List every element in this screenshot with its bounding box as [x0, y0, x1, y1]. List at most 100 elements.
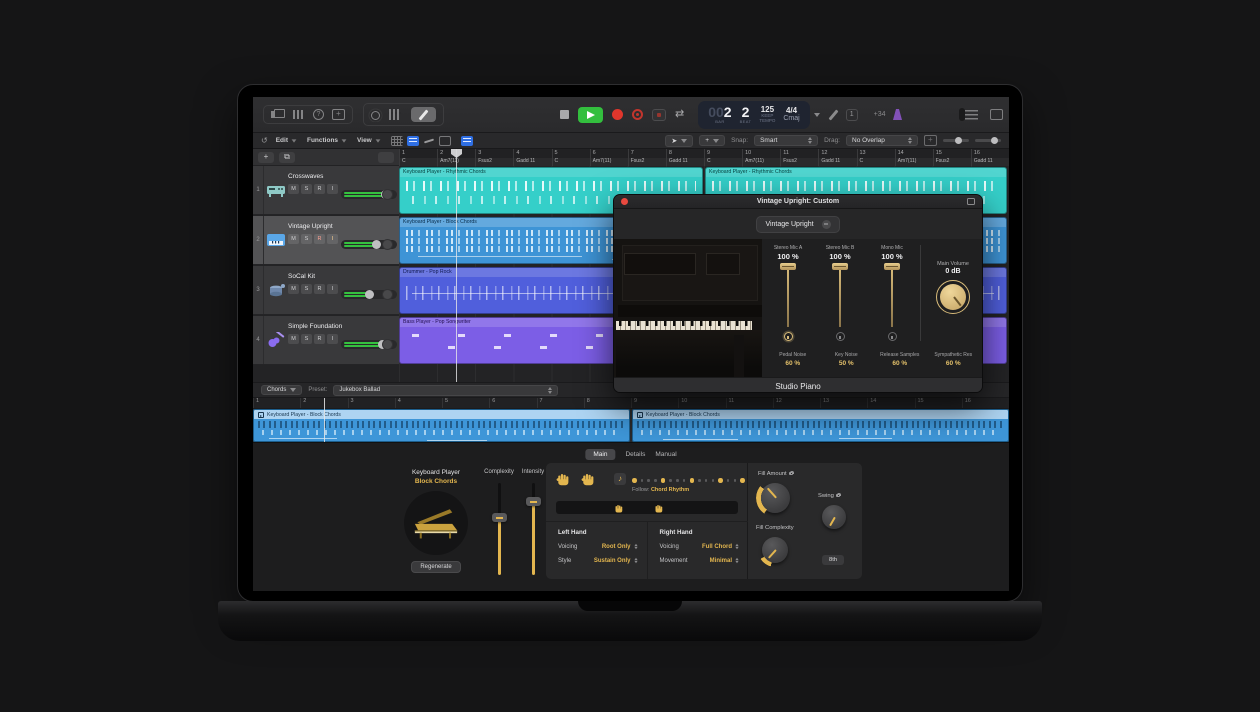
autopunch-button[interactable]	[652, 109, 666, 121]
solo-button[interactable]: S	[301, 184, 312, 194]
bar-ruler[interactable]: 12345678910111213141516 CAm7(11)Fsus2Gad…	[399, 149, 1009, 166]
menu-view[interactable]: View	[357, 137, 381, 144]
quick-help-icon[interactable]: ?	[313, 109, 324, 120]
mic-power-icon[interactable]	[888, 332, 897, 341]
track-alternatives-icon[interactable]	[461, 136, 473, 146]
list-editors-icon[interactable]	[965, 109, 978, 120]
mute-button[interactable]: M	[288, 334, 299, 344]
sympathetic-res-param[interactable]: Sympathetic Res 60 %	[927, 347, 981, 377]
pedal-noise-param[interactable]: Pedal Noise 60 %	[766, 347, 820, 377]
record-enable-button[interactable]: R	[314, 334, 325, 344]
cycle-icon[interactable]: ⇄	[675, 109, 684, 120]
track-header-simple-foundation[interactable]: 4 Simple Foundation M S R I	[253, 316, 399, 365]
key-noise-param[interactable]: Key Noise 50 %	[820, 347, 874, 377]
piano-roll-icon[interactable]	[407, 136, 419, 146]
command-tool-select[interactable]: +	[699, 135, 725, 146]
automation-icon[interactable]	[423, 136, 435, 146]
track-header-vintage-upright[interactable]: 2 Vintage Upright M S R I	[253, 216, 399, 265]
follow-setting[interactable]: Follow: Chord Rhythm	[632, 487, 689, 493]
mic-power-icon[interactable]	[836, 332, 845, 341]
tab-manual[interactable]: Manual	[655, 451, 676, 458]
input-monitor-button[interactable]: I	[327, 184, 338, 194]
pattern-note-button[interactable]: ♪	[614, 473, 626, 485]
h-zoom-slider[interactable]	[943, 139, 969, 142]
keyboard-range-bar[interactable]	[556, 501, 738, 514]
editor-playhead[interactable]	[324, 398, 325, 442]
record-enable-button[interactable]: R	[314, 184, 325, 194]
metronome-icon[interactable]	[893, 109, 903, 120]
main-volume-knob[interactable]	[936, 280, 970, 314]
fill-complexity-knob[interactable]	[762, 537, 788, 563]
lcd-display[interactable]: 002 BAR 2 BEAT 125 KEEP TEMPO 4/4 Cmaj	[698, 101, 810, 129]
close-icon[interactable]	[621, 198, 628, 205]
waveform-zoom-icon[interactable]	[924, 135, 937, 146]
pan-knob[interactable]	[382, 339, 393, 350]
complexity-slider[interactable]: Complexity	[481, 469, 517, 575]
mic-fader[interactable]	[780, 263, 796, 329]
brightness-icon[interactable]	[371, 111, 380, 120]
link-icon[interactable]	[967, 198, 975, 205]
flex-icon[interactable]	[439, 136, 451, 146]
right-voicing-row[interactable]: Voicing Full Chord	[660, 543, 740, 550]
mic-power-icon[interactable]	[784, 332, 793, 341]
record-button[interactable]	[612, 109, 623, 120]
chords-mode-select[interactable]: Chords	[261, 385, 302, 395]
catch-playhead-icon[interactable]: ↺	[261, 136, 268, 145]
solo-button[interactable]: S	[301, 284, 312, 294]
add-view-icon[interactable]	[332, 109, 345, 120]
grid-view-icon[interactable]	[391, 136, 403, 146]
record-enable-button[interactable]: R	[314, 234, 325, 244]
input-monitor-button[interactable]: I	[327, 234, 338, 244]
regenerate-button[interactable]: Regenerate	[411, 561, 460, 573]
release-samples-param[interactable]: Release Samples 60 %	[873, 347, 927, 377]
stop-button[interactable]	[560, 110, 569, 119]
mute-button[interactable]: M	[288, 184, 299, 194]
mic-fader[interactable]	[832, 263, 848, 329]
mute-button[interactable]: M	[288, 234, 299, 244]
add-track-button[interactable]: +	[258, 152, 274, 163]
track-header-crosswaves[interactable]: 1 Crosswaves M S R I	[253, 166, 399, 215]
mic-fader[interactable]	[884, 263, 900, 329]
record-enable-button[interactable]: R	[314, 284, 325, 294]
input-monitor-button[interactable]: I	[327, 284, 338, 294]
snap-select[interactable]: Smart	[754, 135, 818, 146]
mute-button[interactable]: M	[288, 284, 299, 294]
drag-select[interactable]: No Overlap	[846, 135, 918, 146]
left-style-row[interactable]: Style Sustain Only	[558, 557, 638, 564]
solo-button[interactable]: S	[301, 234, 312, 244]
play-button[interactable]	[578, 107, 603, 123]
tab-details[interactable]: Details	[625, 451, 645, 458]
left-hand-range-icon[interactable]	[614, 503, 624, 513]
v-zoom-slider[interactable]	[975, 139, 1001, 142]
track-header-socal-kit[interactable]: 3 SoCal Kit M S R I	[253, 266, 399, 315]
plugin-window[interactable]: Vintage Upright: Custom Vintage Upright	[613, 194, 983, 393]
input-monitor-button[interactable]: I	[327, 334, 338, 344]
fill-amount-knob[interactable]	[760, 483, 790, 513]
count-in-icon[interactable]: 1	[846, 109, 858, 121]
smart-controls-icon[interactable]	[388, 109, 401, 120]
right-hand-range-icon[interactable]	[654, 503, 664, 513]
track-zoom-button[interactable]	[378, 152, 394, 163]
lcd-chevron-icon[interactable]	[814, 113, 820, 117]
left-voicing-row[interactable]: Voicing Root Only	[558, 543, 638, 550]
solo-button[interactable]: S	[301, 334, 312, 344]
pan-knob[interactable]	[382, 189, 393, 200]
editor-toggle-active[interactable]	[411, 107, 436, 122]
preset-select[interactable]: Jukebox Ballad	[333, 385, 558, 396]
pencil-dim-icon[interactable]	[828, 109, 839, 120]
right-movement-row[interactable]: Movement Minimal	[660, 557, 740, 564]
record-enable-icon[interactable]	[632, 109, 643, 120]
plugin-preset-select[interactable]: Vintage Upright	[756, 216, 839, 233]
rhythm-pattern-dots[interactable]	[632, 478, 745, 483]
editor-region-1[interactable]: ▸ Keyboard Player - Block Chords	[253, 409, 630, 442]
swing-knob[interactable]	[822, 505, 846, 529]
tab-main[interactable]: Main	[585, 449, 615, 460]
mixer-icon[interactable]	[292, 109, 305, 120]
menu-functions[interactable]: Functions	[307, 137, 347, 144]
editor-bar-ruler[interactable]: 12345678910111213141516	[253, 398, 1009, 409]
pan-knob[interactable]	[382, 289, 393, 300]
display-mode-icon[interactable]	[990, 109, 1003, 120]
plugin-title-bar[interactable]: Vintage Upright: Custom	[614, 195, 982, 209]
pan-knob[interactable]	[382, 239, 393, 250]
pointer-tool-select[interactable]: ➤	[665, 135, 693, 147]
